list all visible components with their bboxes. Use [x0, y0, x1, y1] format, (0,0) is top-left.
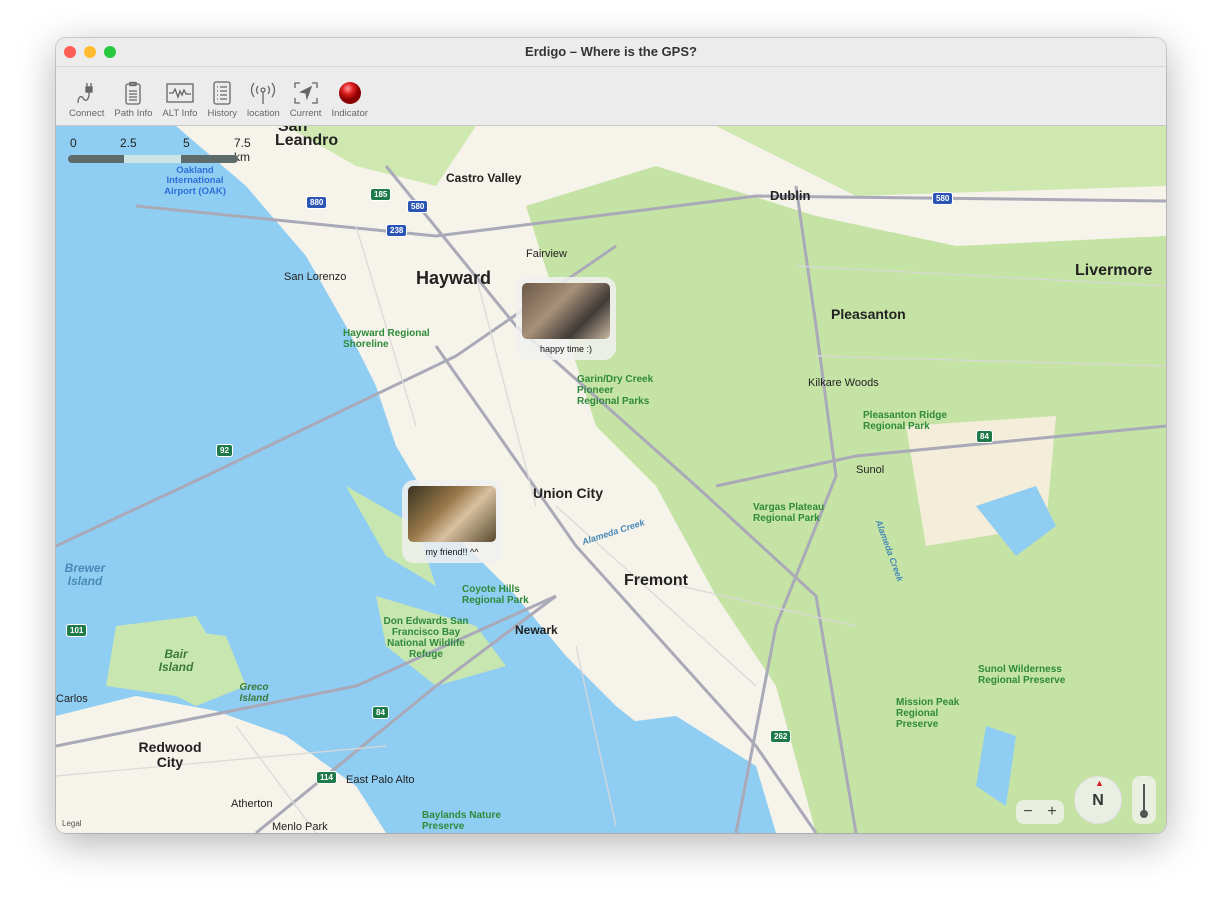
city-label: San Lorenzo: [284, 271, 347, 283]
path-info-label: Path Info: [114, 108, 153, 119]
highway-shield: 114: [316, 771, 337, 784]
window-title: Erdigo – Where is the GPS?: [525, 44, 697, 59]
red-indicator-icon: [338, 82, 361, 104]
city-label: Sunol: [856, 464, 885, 476]
city-label: Hayward: [416, 268, 492, 288]
highway-shield: 185: [370, 188, 392, 201]
current-button[interactable]: Current: [285, 67, 327, 119]
current-label: Current: [289, 108, 322, 119]
minimize-button[interactable]: [84, 46, 96, 58]
city-label: Carlos: [56, 693, 88, 705]
highway-shield: 84: [372, 706, 389, 719]
city-label: East Palo Alto: [346, 774, 415, 786]
city-label: Fairview: [526, 248, 567, 260]
alt-info-label: ALT Info: [162, 108, 198, 119]
scale-bar: 0 2.5 5 7.5 km: [68, 136, 251, 164]
park-label: Don Edwards San Francisco Bay National W…: [383, 616, 469, 660]
city-label: Kilkare Woods: [808, 377, 879, 389]
photo-pin[interactable]: my friend!! ^^: [402, 480, 502, 563]
park-label: Baylands Nature Preserve: [422, 810, 501, 832]
photo-thumbnail: [408, 486, 496, 542]
highway-shield: 238: [386, 224, 408, 237]
north-arrow-icon: ▲: [1095, 778, 1104, 788]
photo-pin[interactable]: happy time :): [516, 277, 616, 360]
photo-caption: my friend!! ^^: [425, 547, 479, 557]
waveform-icon: [166, 83, 194, 103]
highway-shield: 580: [932, 192, 954, 205]
path-info-button[interactable]: Path Info: [109, 67, 157, 119]
history-button[interactable]: History: [202, 67, 242, 119]
antenna-icon: [251, 82, 276, 104]
scale-tick: 5: [183, 136, 190, 150]
location-button[interactable]: location: [242, 67, 285, 119]
park-label: Vargas Plateau Regional Park: [753, 502, 825, 524]
map-base: [56, 126, 1166, 833]
map-view[interactable]: 0 2.5 5 7.5 km San Leandro Castro Valley…: [56, 126, 1166, 833]
zoom-control: − +: [1016, 800, 1064, 824]
zoom-in-button[interactable]: +: [1047, 803, 1056, 821]
zoom-button[interactable]: [104, 46, 116, 58]
toolbar: Connect Path Info ALT Info History locat…: [56, 66, 1166, 126]
legal-link[interactable]: Legal: [62, 819, 82, 829]
highway-shield: 262: [770, 730, 792, 743]
water-label: Brewer Island: [64, 561, 106, 589]
app-window: Erdigo – Where is the GPS? Connect Path …: [56, 38, 1166, 833]
park-label: Hayward Regional Shoreline: [343, 328, 430, 350]
highway-shield: 880: [306, 196, 328, 209]
clipboard-icon: [125, 81, 142, 105]
photo-caption: happy time :): [539, 344, 593, 354]
island-label: Bair Island: [158, 647, 194, 675]
history-label: History: [207, 108, 238, 119]
park-label: Pleasanton Ridge Regional Park: [863, 410, 947, 432]
scale-tick: 2.5: [120, 136, 137, 150]
airport-label: Oakland International Airport (OAK): [164, 165, 226, 197]
connect-button[interactable]: Connect: [64, 67, 109, 119]
title-bar: Erdigo – Where is the GPS?: [56, 38, 1166, 66]
city-label: Pleasanton: [831, 306, 906, 322]
highway-shield: 92: [216, 444, 233, 457]
indicator-label: Indicator: [331, 108, 368, 119]
zoom-out-button[interactable]: −: [1023, 803, 1032, 821]
close-button[interactable]: [64, 46, 76, 58]
island-label: Greco Island: [239, 682, 269, 704]
park-label: Garin/Dry Creek Pioneer Regional Parks: [577, 374, 654, 407]
city-label: Castro Valley: [446, 171, 522, 185]
city-label: Atherton: [231, 798, 273, 810]
park-label: Mission Peak Regional Preserve: [896, 697, 960, 730]
park-label: Sunol Wilderness Regional Preserve: [978, 664, 1066, 686]
city-label: Leandro: [275, 132, 339, 149]
park-label: Coyote Hills Regional Park: [462, 584, 529, 606]
city-label: Livermore: [1075, 262, 1153, 279]
compass-button[interactable]: ▲ N: [1074, 776, 1122, 824]
city-label: Union City: [533, 485, 603, 501]
city-label: Newark: [515, 623, 558, 637]
highway-shield: 84: [976, 430, 993, 443]
city-label: Menlo Park: [272, 821, 328, 833]
city-label: Fremont: [624, 572, 688, 589]
highway-shield: 101: [66, 624, 88, 637]
list-icon: [213, 81, 231, 105]
city-label: Dublin: [770, 188, 811, 203]
location-arrow-icon: [293, 82, 318, 104]
photo-thumbnail: [522, 283, 610, 339]
city-label: Redwood City: [138, 739, 202, 771]
highway-shield: 580: [407, 200, 429, 213]
connect-label: Connect: [69, 108, 105, 119]
scale-tick: 0: [70, 136, 77, 150]
alt-info-button[interactable]: ALT Info: [157, 67, 202, 119]
plug-icon: [77, 83, 93, 104]
indicator-button[interactable]: Indicator: [326, 67, 372, 119]
pitch-slider[interactable]: [1132, 776, 1156, 824]
location-label: location: [247, 108, 280, 119]
